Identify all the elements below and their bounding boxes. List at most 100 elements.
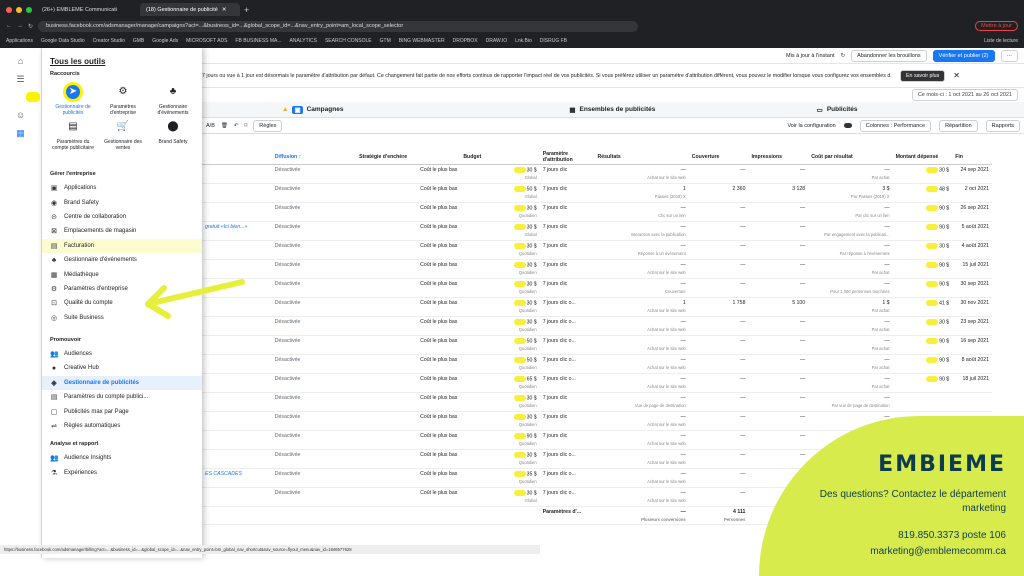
table-row[interactable]: Désactivée Coût le plus bas 30 $ Quotidien 7… [202,278,992,298]
budget-cell[interactable]: 30 $ Global [460,164,540,184]
shortcut-tile[interactable]: ➤ Gestionnaire de publicités [48,85,98,116]
reload-icon[interactable]: ↻ [28,23,33,30]
table-row[interactable]: Désactivée Coût le plus bas 30 $ Quotidien 7… [202,297,992,317]
close-window-icon[interactable] [6,6,12,13]
tab-adsets[interactable]: ▦ Ensembles de publicités [489,106,776,114]
menu-item[interactable]: 👥 Audiences [42,347,202,361]
budget-cell[interactable]: 30 $ Quotidien [460,278,540,298]
shortcut-tile[interactable]: ▤ Paramètres du compte publicitaire [48,120,98,151]
bookmark-item[interactable]: Lnk.Bio [515,38,532,44]
url-bar[interactable]: business.facebook.com/adsmanager/manage/… [38,20,639,32]
campaign-name-cell[interactable]: gratuit «Ici bien...» [202,221,272,241]
budget-cell[interactable]: 30 $ Quotidien [460,202,540,222]
menu-item[interactable]: ⇌ Règles automatiques [42,419,202,433]
bookmark-item[interactable]: SEARCH CONSOLE [325,38,372,44]
column-header[interactable]: Stratégie d'enchère [356,150,461,165]
shortcut-tile[interactable]: ♣ Gestionnaire d'événements [148,85,198,116]
menu-item[interactable]: ⚗ Expériences [42,466,202,480]
campaign-name-cell[interactable] [202,183,272,203]
tag-icon[interactable]: ⌑ [244,123,247,129]
shortcut-tile[interactable]: ⬤ Brand Safety [148,120,198,151]
breakdown-button[interactable]: Répartition [939,119,978,132]
table-row[interactable]: Désactivée Coût le plus bas 50 $ Quotidien 7… [202,335,992,355]
menu-item[interactable]: ◈ Gestionnaire de publicités [42,375,202,391]
bookmark-item[interactable]: ANALYTICS [290,38,317,44]
budget-cell[interactable]: 30 $ Quotidien [460,392,540,412]
bookmark-item[interactable]: BING WEBMASTER [399,38,445,44]
menu-item[interactable]: ▢ Publicités max par Page [42,404,202,418]
menu-item[interactable]: ♣ Gestionnaire d'événements [42,253,202,267]
campaign-name-cell[interactable] [202,411,272,431]
forward-icon[interactable]: → [17,23,23,29]
column-header[interactable]: Montant dépensé [892,150,953,165]
budget-cell[interactable]: 30 $ Quotidien [460,411,540,431]
bookmark-item[interactable]: Google Data Studio [41,38,85,44]
menu-item[interactable]: ▣ Applications [42,181,202,195]
budget-cell[interactable]: 50 $ Quotidien [460,354,540,374]
column-header[interactable]: Paramètre d'attribution [539,150,595,165]
menu-item[interactable]: ◉ Brand Safety [42,195,202,209]
budget-cell[interactable]: 65 $ Quotidien [460,373,540,393]
campaign-name-cell[interactable] [202,354,272,374]
bookmark-item[interactable]: DRAW.IO [486,38,507,44]
budget-cell[interactable]: 50 $ Quotidien [460,335,540,355]
column-header[interactable]: Coût par résultat [808,150,893,165]
learn-more-button[interactable]: En savoir plus [900,69,946,82]
table-row[interactable]: Désactivée Coût le plus bas 30 $ Quotidien 7… [202,392,992,412]
campaign-name-cell[interactable] [202,487,272,507]
menu-item[interactable]: ● Creative Hub [42,361,202,375]
date-range-picker[interactable]: Ce mois-ci : 1 oct 2021 au 26 oct 2021 [911,89,1018,101]
budget-cell[interactable]: 30 $ Quotidien [460,259,540,279]
bookmark-item[interactable]: Creator Studio [93,38,125,44]
undo-icon[interactable]: ↶ [234,123,239,129]
grid-icon[interactable]: ▦ [15,128,27,138]
tab-campaigns[interactable]: ▲ ▣ Campagnes [202,105,489,114]
column-header[interactable]: Impressions [748,150,809,165]
table-row[interactable]: Désactivée Coût le plus bas 50 $ Quotidien 7… [202,354,992,374]
table-row[interactable]: Désactivée Coût le plus bas 50 $ Global 7 jo… [202,183,992,203]
refresh-icon[interactable]: ↻ [840,53,845,59]
campaign-name-cell[interactable] [202,164,272,184]
campaign-name-cell[interactable] [202,430,272,450]
setup-toggle[interactable] [843,123,852,128]
table-row[interactable]: Désactivée Coût le plus bas 30 $ Quotidien 7… [202,259,992,279]
bookmark-item[interactable]: DROPBOX [453,38,478,44]
update-browser-button[interactable]: Mettre à jour [975,21,1018,31]
budget-cell[interactable]: 30 $ Quotidien [460,297,540,317]
budget-cell[interactable]: 35 $ Quotidien [460,468,540,488]
budget-cell[interactable]: 30 $ Quotidien [460,449,540,469]
reading-list-button[interactable]: Liste de lecture [984,38,1018,44]
bookmark-item[interactable]: Google Ads [152,38,178,44]
new-tab-icon[interactable]: + [244,5,249,15]
menu-item[interactable]: ▤ Paramètres du compte publici... [42,390,202,404]
campaign-name-cell[interactable] [202,449,272,469]
table-row[interactable]: Désactivée Coût le plus bas 30 $ Quotidien 7… [202,316,992,336]
budget-cell[interactable]: 30 $ Global [460,221,540,241]
rules-button[interactable]: Règles [253,119,283,132]
close-icon[interactable]: ✕ [953,71,960,80]
bookmark-item[interactable]: GTM [380,38,391,44]
menu-item[interactable]: 👥 Audience Insights [42,451,202,465]
browser-tab-embleme[interactable]: (26+) EMBLEME Communicati [36,3,136,16]
menu-item[interactable]: ▤ Facturation [42,238,202,253]
back-icon[interactable]: ← [6,23,12,29]
table-row[interactable]: gratuit «Ici bien...» Désactivée Coût le p… [202,221,992,241]
home-icon[interactable]: ⌂ [15,56,27,66]
bookmark-item[interactable]: Applications [6,38,33,44]
menu-item[interactable]: ⊠ Emplacements de magasin [42,224,202,238]
column-header[interactable]: Fin [952,150,992,165]
columns-button[interactable]: Colonnes : Performance [859,119,932,132]
delete-icon[interactable]: 🗑 [221,123,228,129]
budget-cell[interactable]: 50 $ Global [460,183,540,203]
campaign-name-cell[interactable] [202,202,272,222]
campaign-name-cell[interactable]: ES CASCADES [202,468,272,488]
reports-button[interactable]: Rapports [985,119,1020,132]
discard-drafts-button[interactable]: Abandonner les brouillons [851,49,927,62]
budget-cell[interactable]: 30 $ Quotidien [460,240,540,260]
bookmark-item[interactable]: MICROSOFT ADS [186,38,227,44]
budget-cell[interactable]: 30 $ Global [460,487,540,507]
smile-icon[interactable]: ☺ [15,110,27,120]
budget-cell[interactable]: 90 $ Quotidien [460,430,540,450]
campaign-name-cell[interactable] [202,335,272,355]
menu-item[interactable]: ⊝ Centre de collaboration [42,210,202,224]
